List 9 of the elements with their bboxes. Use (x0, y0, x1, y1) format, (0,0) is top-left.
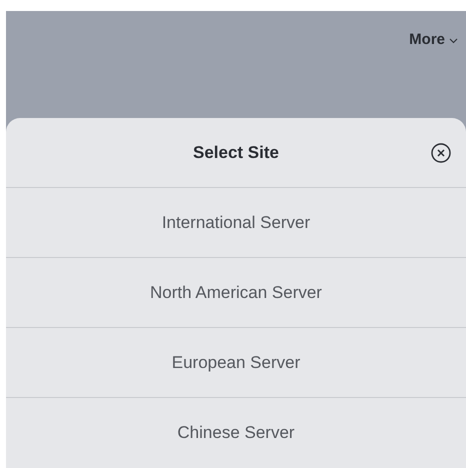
server-option[interactable]: North American Server (6, 258, 466, 328)
chevron-down-icon (449, 38, 458, 44)
server-option[interactable]: International Server (6, 188, 466, 258)
close-button[interactable] (430, 142, 452, 164)
server-option[interactable]: Chinese Server (6, 398, 466, 468)
more-menu-button[interactable]: More (409, 29, 458, 52)
server-option[interactable]: European Server (6, 328, 466, 398)
close-icon (431, 143, 451, 163)
sheet-title: Select Site (193, 142, 279, 164)
